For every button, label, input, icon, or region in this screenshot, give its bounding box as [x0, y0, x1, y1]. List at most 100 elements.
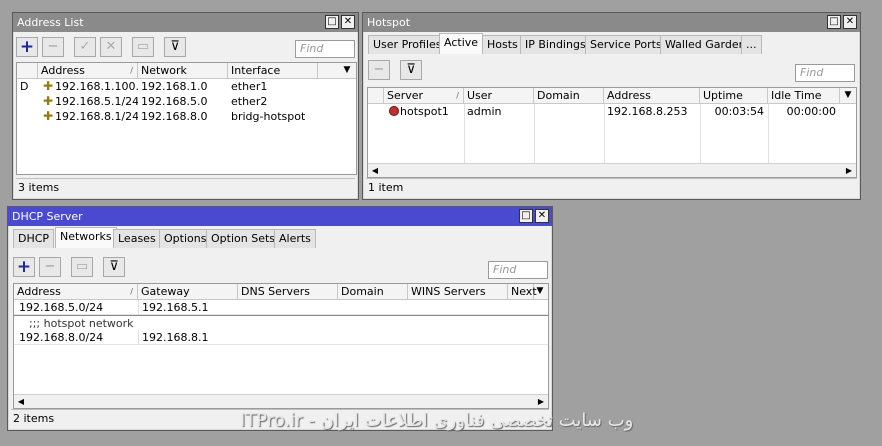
dhcp-toolbar: + − ▭ ⊽ Find — [13, 257, 549, 279]
address: ✚ 192.168.8.1/24 — [43, 109, 138, 123]
enable-button[interactable]: ✓ — [74, 37, 96, 57]
filter-button[interactable]: ⊽ — [103, 257, 125, 277]
tab-alerts[interactable]: Alerts — [274, 229, 316, 248]
tab-leases[interactable]: Leases — [113, 229, 161, 248]
horizontal-scrollbar[interactable]: ◀ ▶ — [368, 163, 856, 177]
table-row[interactable]: D ✚ 192.168.1.100... 192.168.1.0 ether1 — [17, 79, 356, 94]
maximize-icon[interactable]: □ — [519, 209, 533, 223]
address-list-titlebar[interactable]: Address List □ ✕ — [13, 13, 358, 32]
col-address[interactable]: Address / — [14, 284, 138, 300]
filter-button[interactable]: ⊽ — [164, 37, 186, 57]
find-input[interactable]: Find — [795, 64, 855, 82]
domain — [534, 104, 604, 119]
table-row[interactable]: ✚ 192.168.8.1/24 192.168.8.0 bridg-hotspo… — [17, 109, 356, 124]
tab-walled-garden[interactable]: Walled Garden — [660, 35, 751, 54]
dhcp-title: DHCP Server — [12, 210, 83, 223]
col-interface[interactable]: Interface — [228, 63, 318, 79]
tab-active[interactable]: Active — [439, 33, 484, 54]
interface: ether2 — [231, 95, 268, 108]
table-row[interactable]: 192.168.8.0/24 192.168.8.1 — [14, 330, 548, 345]
add-button[interactable]: + — [16, 37, 38, 57]
col-address[interactable]: Address — [604, 88, 700, 104]
address: 192.168.5.0/24 — [19, 301, 104, 314]
col-uptime[interactable]: Uptime — [700, 88, 768, 104]
idle-time: 00:00:00 — [786, 105, 836, 118]
gateway: 192.168.8.1 — [138, 330, 238, 345]
network: 192.168.5.0 — [141, 95, 208, 108]
remove-button[interactable]: − — [39, 257, 61, 277]
active-table: Server / User Domain Address Uptime Idle … — [367, 87, 857, 178]
tab-more[interactable]: ... — [741, 35, 762, 54]
table-header: Address / Gateway DNS Servers Domain WINS… — [14, 284, 548, 300]
remove-button[interactable]: − — [368, 60, 390, 80]
horizontal-scrollbar[interactable]: ◀ ▶ — [14, 394, 548, 408]
status-bar: 1 item — [366, 178, 857, 196]
close-icon[interactable]: ✕ — [535, 209, 549, 223]
remove-button[interactable]: − — [42, 37, 64, 57]
tab-option-sets[interactable]: Option Sets — [206, 229, 281, 248]
network: 192.168.8.0 — [141, 110, 208, 123]
column-menu-icon[interactable]: ▼ — [339, 63, 355, 79]
address-list-table: Address / Network Interface ▼ D ✚ 192.168.… — [16, 62, 357, 175]
scroll-left-icon[interactable]: ◀ — [368, 164, 382, 177]
scroll-right-icon[interactable]: ▶ — [534, 395, 548, 408]
comment-button[interactable]: ▭ — [132, 37, 154, 57]
address: ✚ 192.168.5.1/24 — [43, 94, 138, 108]
hotspot-window: Hotspot □ ✕ User Profiles Active Hosts I… — [362, 12, 861, 200]
table-row[interactable]: ✚ 192.168.5.1/24 192.168.5.0 ether2 — [17, 94, 356, 109]
table-row[interactable]: 192.168.5.0/24 192.168.5.1 — [14, 300, 548, 315]
col-gateway[interactable]: Gateway — [138, 284, 238, 300]
col-dns-servers[interactable]: DNS Servers — [238, 284, 338, 300]
tab-hosts[interactable]: Hosts — [482, 35, 523, 54]
col-next[interactable]: Next — [508, 284, 537, 300]
add-button[interactable]: + — [13, 257, 35, 277]
table-header: Server / User Domain Address Uptime Idle … — [368, 88, 856, 104]
close-icon[interactable]: ✕ — [341, 15, 355, 29]
hotspot-tabs: User Profiles Active Hosts IP Bindings S… — [363, 32, 860, 54]
col-wins-servers[interactable]: WINS Servers — [408, 284, 508, 300]
tab-user-profiles[interactable]: User Profiles — [368, 35, 447, 54]
disable-button[interactable]: ✕ — [100, 37, 122, 57]
col-address[interactable]: Address / — [38, 63, 138, 79]
filter-button[interactable]: ⊽ — [400, 60, 422, 80]
filter-icon: ⊽ — [170, 39, 180, 54]
comment-button[interactable]: ▭ — [71, 257, 93, 277]
dhcp-tabs: DHCP Networks Leases Options Option Sets… — [8, 226, 552, 248]
tab-networks[interactable]: Networks — [55, 227, 117, 248]
networks-table: Address / Gateway DNS Servers Domain WINS… — [13, 283, 549, 409]
table-row[interactable]: hotspot1 admin 192.168.8.253 00:03:54 00… — [368, 104, 856, 119]
tab-dhcp[interactable]: DHCP — [13, 229, 55, 248]
interface: bridg-hotspot — [231, 110, 306, 123]
col-idle-time[interactable]: Idle Time — [768, 88, 840, 104]
server: hotspot1 — [386, 104, 464, 119]
col-network[interactable]: Network — [138, 63, 228, 79]
filter-icon: ⊽ — [109, 259, 119, 274]
col-flag[interactable] — [368, 88, 384, 104]
tab-ip-bindings[interactable]: IP Bindings — [520, 35, 591, 54]
column-menu-icon[interactable]: ▼ — [532, 284, 548, 300]
tab-service-ports[interactable]: Service Ports — [585, 35, 667, 54]
close-icon[interactable]: ✕ — [843, 15, 857, 29]
filter-icon: ⊽ — [406, 62, 416, 77]
address: ✚ 192.168.1.100... — [43, 79, 138, 93]
maximize-icon[interactable]: □ — [325, 15, 339, 29]
site-watermark: وب سایت تخصصی فناوری اطلاعات ایران - ITP… — [240, 410, 634, 431]
col-flag[interactable] — [17, 63, 38, 79]
tab-options[interactable]: Options — [159, 229, 212, 248]
maximize-icon[interactable]: □ — [827, 15, 841, 29]
hotspot-titlebar[interactable]: Hotspot □ ✕ — [363, 13, 860, 32]
col-user[interactable]: User — [464, 88, 534, 104]
hotspot-user-icon — [389, 106, 399, 116]
col-domain[interactable]: Domain — [534, 88, 604, 104]
dhcp-server-window: DHCP Server □ ✕ DHCP Networks Leases Opt… — [7, 206, 553, 431]
address-icon: ✚ — [43, 94, 54, 108]
dhcp-titlebar[interactable]: DHCP Server □ ✕ — [8, 207, 552, 226]
column-menu-icon[interactable]: ▼ — [840, 88, 856, 104]
col-server[interactable]: Server / — [384, 88, 464, 104]
scroll-left-icon[interactable]: ◀ — [14, 395, 28, 408]
find-input[interactable]: Find — [295, 40, 355, 58]
find-input[interactable]: Find — [488, 261, 548, 279]
comment-row[interactable]: ;;; hotspot network — [14, 315, 548, 330]
col-domain[interactable]: Domain — [338, 284, 408, 300]
scroll-right-icon[interactable]: ▶ — [842, 164, 856, 177]
